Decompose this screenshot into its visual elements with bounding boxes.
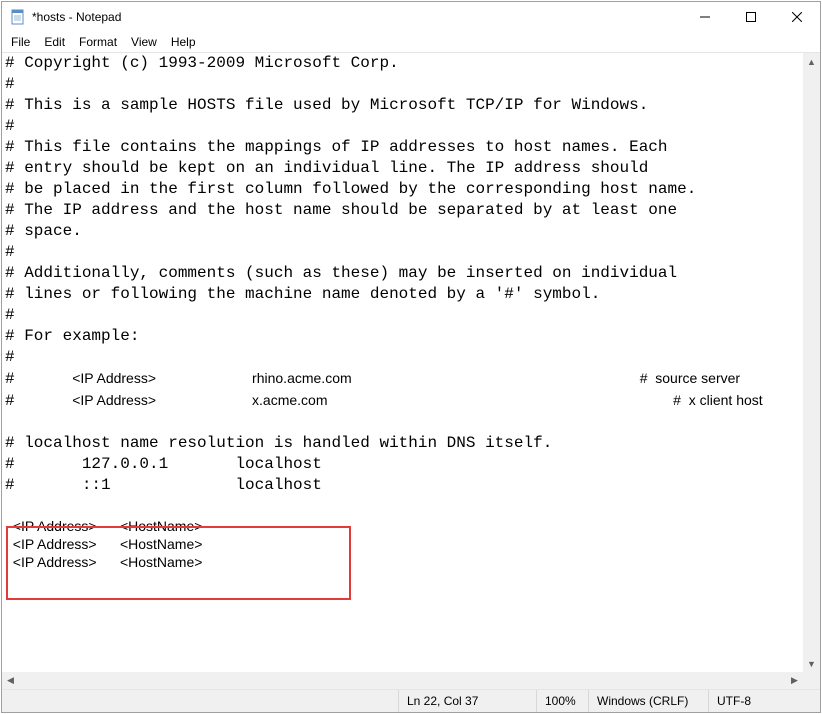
text-line: # This is a sample HOSTS file used by Mi…: [5, 96, 648, 114]
notepad-icon: [10, 9, 26, 25]
window-title: *hosts - Notepad: [32, 10, 682, 24]
text-line: # This file contains the mappings of IP …: [5, 138, 668, 156]
text-line: # Additionally, comments (such as these)…: [5, 264, 677, 282]
titlebar: *hosts - Notepad: [2, 2, 820, 32]
hosts-entry: <IP Address> <HostName>: [5, 535, 800, 553]
text-line: #: [5, 306, 15, 324]
status-eol: Windows (CRLF): [588, 690, 708, 712]
menubar: File Edit Format View Help: [2, 32, 820, 52]
text-line: #: [5, 117, 15, 135]
text-line: # The IP address and the host name shoul…: [5, 201, 677, 219]
text-line: # lines or following the machine name de…: [5, 285, 600, 303]
text-line: # Copyright (c) 1993-2009 Microsoft Corp…: [5, 54, 399, 72]
minimize-button[interactable]: [682, 2, 728, 32]
scroll-up-arrow[interactable]: ▲: [803, 53, 820, 70]
text-line: # space.: [5, 222, 82, 240]
menu-file[interactable]: File: [4, 34, 37, 50]
hosts-entry: <IP Address> <HostName>: [5, 517, 800, 535]
text-line: # For example:: [5, 327, 139, 345]
maximize-button[interactable]: [728, 2, 774, 32]
status-spacer: [2, 690, 398, 712]
scroll-right-arrow[interactable]: ▶: [786, 672, 803, 689]
menu-format[interactable]: Format: [72, 34, 124, 50]
text-line: # entry should be kept on an individual …: [5, 159, 648, 177]
menu-view[interactable]: View: [124, 34, 164, 50]
text-line: #: [5, 75, 15, 93]
statusbar: Ln 22, Col 37 100% Windows (CRLF) UTF-8: [2, 689, 820, 712]
text-line: # <IP Address> x.acme.com # x client hos…: [5, 392, 763, 410]
window: *hosts - Notepad File Edit Format View H…: [1, 1, 821, 713]
status-zoom: 100%: [536, 690, 588, 712]
text-line: # localhost name resolution is handled w…: [5, 434, 552, 452]
close-button[interactable]: [774, 2, 820, 32]
menu-edit[interactable]: Edit: [37, 34, 72, 50]
text-line: # 127.0.0.1 localhost: [5, 455, 322, 473]
hosts-entry: <IP Address> <HostName>: [5, 553, 800, 571]
text-line: #: [5, 243, 15, 261]
scroll-down-arrow[interactable]: ▼: [803, 655, 820, 672]
window-controls: [682, 2, 820, 32]
text-line: # be placed in the first column followed…: [5, 180, 696, 198]
horizontal-scrollbar[interactable]: ◀ ▶: [2, 672, 803, 689]
scroll-corner: [803, 672, 820, 689]
status-position: Ln 22, Col 37: [398, 690, 536, 712]
menu-help[interactable]: Help: [164, 34, 203, 50]
editor-area: # Copyright (c) 1993-2009 Microsoft Corp…: [2, 52, 820, 689]
text-line: # ::1 localhost: [5, 476, 322, 494]
text-editor[interactable]: # Copyright (c) 1993-2009 Microsoft Corp…: [2, 53, 803, 672]
vertical-scrollbar[interactable]: ▲ ▼: [803, 53, 820, 672]
scroll-left-arrow[interactable]: ◀: [2, 672, 19, 689]
text-line: #: [5, 348, 15, 366]
text-line: # <IP Address> rhino.acme.com # source s…: [5, 370, 740, 388]
status-encoding: UTF-8: [708, 690, 820, 712]
